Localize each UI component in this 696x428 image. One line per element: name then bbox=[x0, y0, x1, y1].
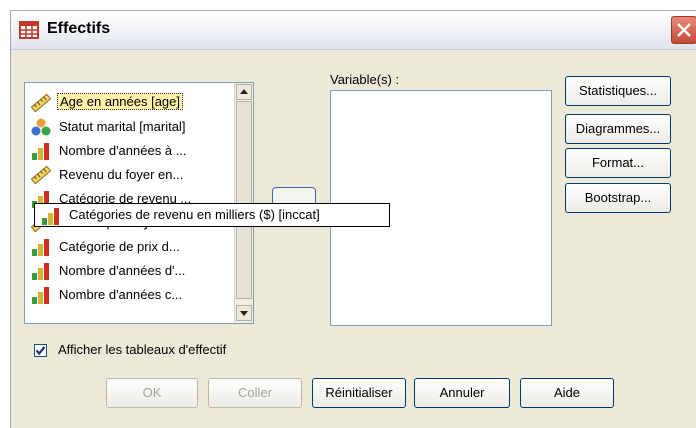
list-item[interactable]: Nombre d'années d'... bbox=[29, 259, 235, 283]
list-item[interactable]: Nombre d'années à ... bbox=[29, 139, 235, 163]
variable-label: Statut marital [marital] bbox=[59, 119, 186, 134]
variable-label: Nombre d'années c... bbox=[59, 287, 183, 302]
list-item[interactable]: Age en années [age] bbox=[29, 91, 235, 115]
close-button[interactable] bbox=[671, 16, 696, 44]
format-button[interactable]: Format... bbox=[565, 148, 671, 178]
variable-label: Nombre d'années d'... bbox=[59, 263, 186, 278]
reset-button[interactable]: Réinitialiser bbox=[312, 378, 406, 408]
window-title: Effectifs bbox=[47, 20, 111, 37]
list-item[interactable]: Revenu du foyer en... bbox=[29, 163, 235, 187]
cancel-button[interactable]: Annuler bbox=[414, 378, 510, 408]
list-item[interactable]: Nombre d'années c... bbox=[29, 283, 235, 307]
help-button[interactable]: Aide bbox=[520, 378, 614, 408]
variables-label: Variable(s) : bbox=[330, 72, 400, 87]
arrow-up-icon bbox=[240, 89, 248, 94]
scroll-down-button[interactable] bbox=[236, 305, 252, 321]
scroll-up-button[interactable] bbox=[236, 84, 252, 100]
ruler-scale-icon bbox=[31, 94, 51, 112]
variable-label: Catégorie de prix d... bbox=[59, 239, 180, 254]
list-item[interactable]: Catégorie de prix d... bbox=[29, 235, 235, 259]
title-bar: Effectifs bbox=[11, 11, 696, 50]
close-x-icon bbox=[677, 23, 691, 37]
checkbox-box[interactable] bbox=[34, 344, 47, 357]
variable-label: Nombre d'années à ... bbox=[59, 143, 187, 158]
ordinal-bars-icon bbox=[32, 263, 49, 280]
ordinal-bars-icon bbox=[42, 208, 59, 225]
arrow-down-icon bbox=[240, 311, 248, 316]
variable-tooltip: Catégories de revenu en milliers ($) [in… bbox=[34, 203, 390, 227]
table-icon bbox=[19, 21, 39, 39]
nominal-circles-icon bbox=[31, 118, 51, 136]
scroll-thumb[interactable] bbox=[236, 101, 252, 299]
variable-label: Revenu du foyer en... bbox=[59, 167, 184, 182]
paste-button[interactable]: Coller bbox=[208, 378, 302, 408]
charts-button[interactable]: Diagrammes... bbox=[565, 114, 671, 144]
checkmark-icon bbox=[35, 346, 46, 356]
bootstrap-button[interactable]: Bootstrap... bbox=[565, 183, 671, 213]
ordinal-bars-icon bbox=[32, 143, 49, 160]
ruler-scale-icon bbox=[31, 166, 51, 184]
variable-label: Age en années [age] bbox=[57, 93, 183, 110]
tooltip-text: Catégories de revenu en milliers ($) [in… bbox=[69, 207, 320, 222]
ordinal-bars-icon bbox=[32, 287, 49, 304]
ordinal-bars-icon bbox=[32, 239, 49, 256]
checkbox-label: Afficher les tableaux d'effectif bbox=[58, 342, 227, 357]
statistics-button[interactable]: Statistiques... bbox=[565, 76, 671, 106]
list-item[interactable]: Statut marital [marital] bbox=[29, 115, 235, 139]
ok-button[interactable]: OK bbox=[106, 378, 198, 408]
